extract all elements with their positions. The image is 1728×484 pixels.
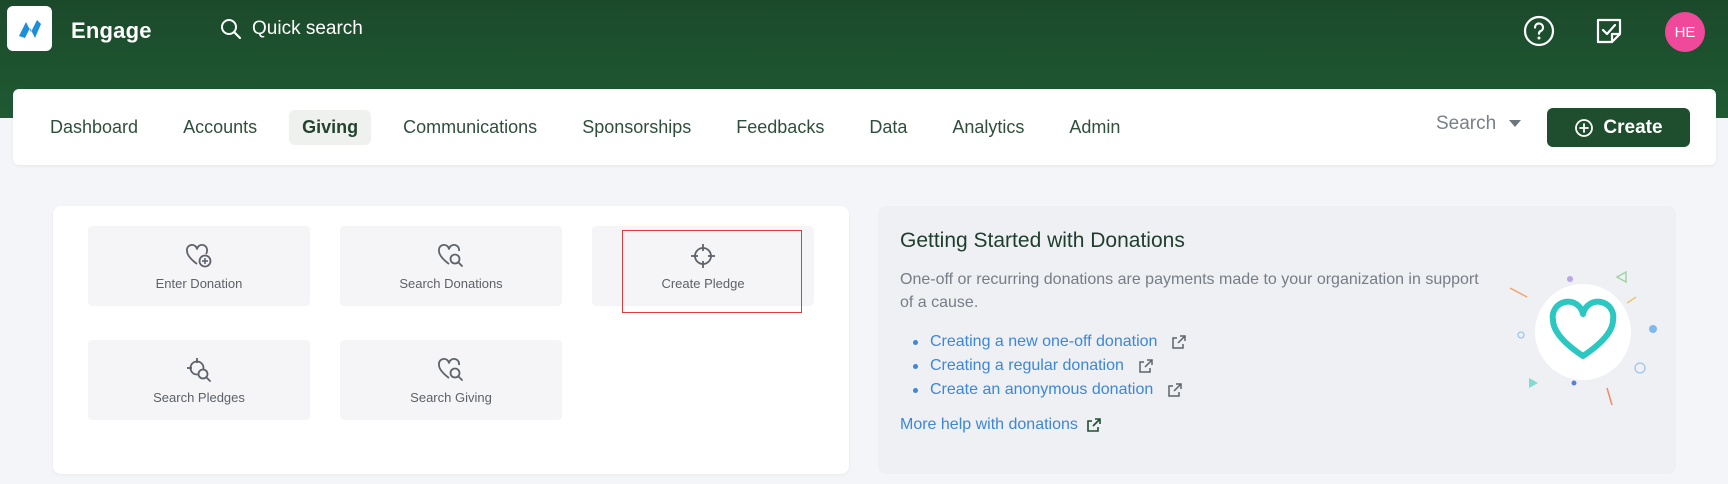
nav-item-admin[interactable]: Admin bbox=[1056, 110, 1133, 145]
task-check-icon bbox=[1596, 18, 1622, 44]
tile-label: Search Pledges bbox=[153, 389, 245, 405]
nav-item-dashboard[interactable]: Dashboard bbox=[37, 110, 151, 145]
tile-label: Search Donations bbox=[399, 275, 503, 291]
more-help-label: More help with donations bbox=[900, 416, 1078, 433]
tile-search-pledges[interactable]: Search Pledges bbox=[88, 340, 310, 420]
quick-search-placeholder: Quick search bbox=[252, 18, 363, 39]
list-item[interactable]: Create an anonymous donation bbox=[912, 378, 1187, 402]
heart-search-icon bbox=[438, 243, 463, 267]
tile-search-donations[interactable]: Search Donations bbox=[340, 226, 562, 306]
caret-down-icon bbox=[1509, 120, 1522, 127]
help-link[interactable]: Creating a new one-off donation bbox=[930, 333, 1157, 351]
help-button[interactable] bbox=[1522, 14, 1556, 48]
help-link[interactable]: Creating a regular donation bbox=[930, 357, 1124, 375]
tasks-button[interactable] bbox=[1592, 14, 1626, 48]
external-link-icon bbox=[1168, 383, 1183, 397]
list-item[interactable]: Creating a regular donation bbox=[912, 354, 1187, 378]
nav-item-communications[interactable]: Communications bbox=[390, 110, 550, 145]
heart-search-icon bbox=[438, 357, 463, 381]
giving-actions-panel: Enter Donation Search Donations Create P… bbox=[53, 206, 849, 474]
nav-item-data[interactable]: Data bbox=[856, 110, 920, 145]
tile-create-pledge[interactable]: Create Pledge bbox=[592, 226, 814, 306]
list-item[interactable]: Creating a new one-off donation bbox=[912, 330, 1187, 354]
nav-search-dropdown[interactable]: Search bbox=[1436, 113, 1522, 135]
external-link-icon bbox=[1087, 418, 1101, 432]
nav-item-accounts[interactable]: Accounts bbox=[170, 110, 270, 145]
plus-circle-icon bbox=[1575, 118, 1594, 137]
info-description: One-off or recurring donations are payme… bbox=[900, 271, 1479, 311]
app-logo[interactable] bbox=[7, 6, 52, 51]
heart-illustration bbox=[1509, 270, 1657, 406]
quick-search[interactable]: Quick search bbox=[220, 18, 363, 40]
main-nav: Dashboard Accounts Giving Communications… bbox=[13, 89, 1716, 165]
create-button-label: Create bbox=[1603, 116, 1663, 138]
nav-item-feedbacks[interactable]: Feedbacks bbox=[723, 110, 837, 145]
more-help-link[interactable]: More help with donations bbox=[900, 416, 1102, 434]
tile-label: Search Giving bbox=[410, 389, 492, 405]
engage-logo-icon bbox=[18, 19, 41, 38]
tile-search-giving[interactable]: Search Giving bbox=[340, 340, 562, 420]
app-title: Engage bbox=[71, 18, 152, 43]
crosshair-search-icon bbox=[187, 357, 211, 382]
nav-search-label: Search bbox=[1436, 113, 1497, 134]
nav-item-analytics[interactable]: Analytics bbox=[939, 110, 1037, 145]
nav-tabs: Dashboard Accounts Giving Communications… bbox=[37, 110, 1152, 145]
tile-label: Enter Donation bbox=[155, 275, 243, 291]
help-link[interactable]: Create an anonymous donation bbox=[930, 381, 1153, 399]
nav-item-giving[interactable]: Giving bbox=[289, 110, 372, 145]
help-links: Creating a new one-off donation Creating… bbox=[912, 330, 1187, 402]
nav-item-sponsorships[interactable]: Sponsorships bbox=[569, 110, 704, 145]
crosshair-icon bbox=[691, 243, 715, 268]
heart-plus-icon bbox=[186, 243, 212, 267]
external-link-icon bbox=[1172, 335, 1187, 349]
create-button[interactable]: Create bbox=[1547, 108, 1690, 147]
external-link-icon bbox=[1139, 359, 1153, 373]
info-title: Getting Started with Donations bbox=[900, 229, 1185, 252]
tile-enter-donation[interactable]: Enter Donation bbox=[88, 226, 310, 306]
search-icon bbox=[221, 19, 242, 40]
help-icon bbox=[1523, 15, 1555, 47]
tile-label: Create Pledge bbox=[661, 275, 745, 291]
user-avatar[interactable]: HE bbox=[1665, 12, 1705, 52]
